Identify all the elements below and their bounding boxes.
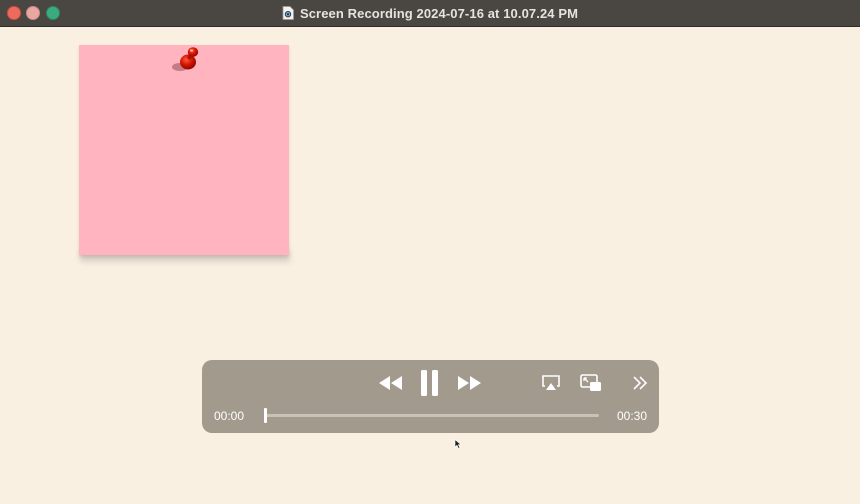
quicktime-window: Screen Recording 2024-07-16 at 10.07.24 …: [0, 0, 860, 504]
playback-controls: 00:00 00:30: [202, 360, 659, 433]
scrubber-track[interactable]: [264, 408, 599, 423]
pause-icon: [420, 370, 440, 396]
more-options-button[interactable]: [632, 376, 648, 390]
airplay-icon: [542, 375, 560, 391]
recording-file-icon[interactable]: [282, 6, 294, 20]
window-title: Screen Recording 2024-07-16 at 10.07.24 …: [299, 5, 579, 21]
rewind-icon: [379, 376, 403, 390]
window-title-group: Screen Recording 2024-07-16 at 10.07.24 …: [0, 0, 860, 26]
rewind-button[interactable]: [379, 376, 403, 390]
picture-in-picture-icon: [580, 374, 602, 392]
play-pause-button[interactable]: [420, 370, 440, 396]
current-time: 00:00: [214, 409, 245, 423]
title-bar[interactable]: Screen Recording 2024-07-16 at 10.07.24 …: [0, 0, 860, 27]
picture-in-picture-button[interactable]: [580, 374, 602, 392]
fast-forward-icon: [457, 376, 481, 390]
pushpin-icon: [162, 40, 208, 80]
duration-time: 00:30: [616, 409, 647, 423]
fast-forward-button[interactable]: [457, 376, 481, 390]
mouse-cursor-icon: [454, 436, 462, 449]
chevron-double-right-icon: [632, 376, 648, 390]
airplay-button[interactable]: [542, 375, 560, 391]
scrubber-playhead[interactable]: [264, 408, 267, 423]
